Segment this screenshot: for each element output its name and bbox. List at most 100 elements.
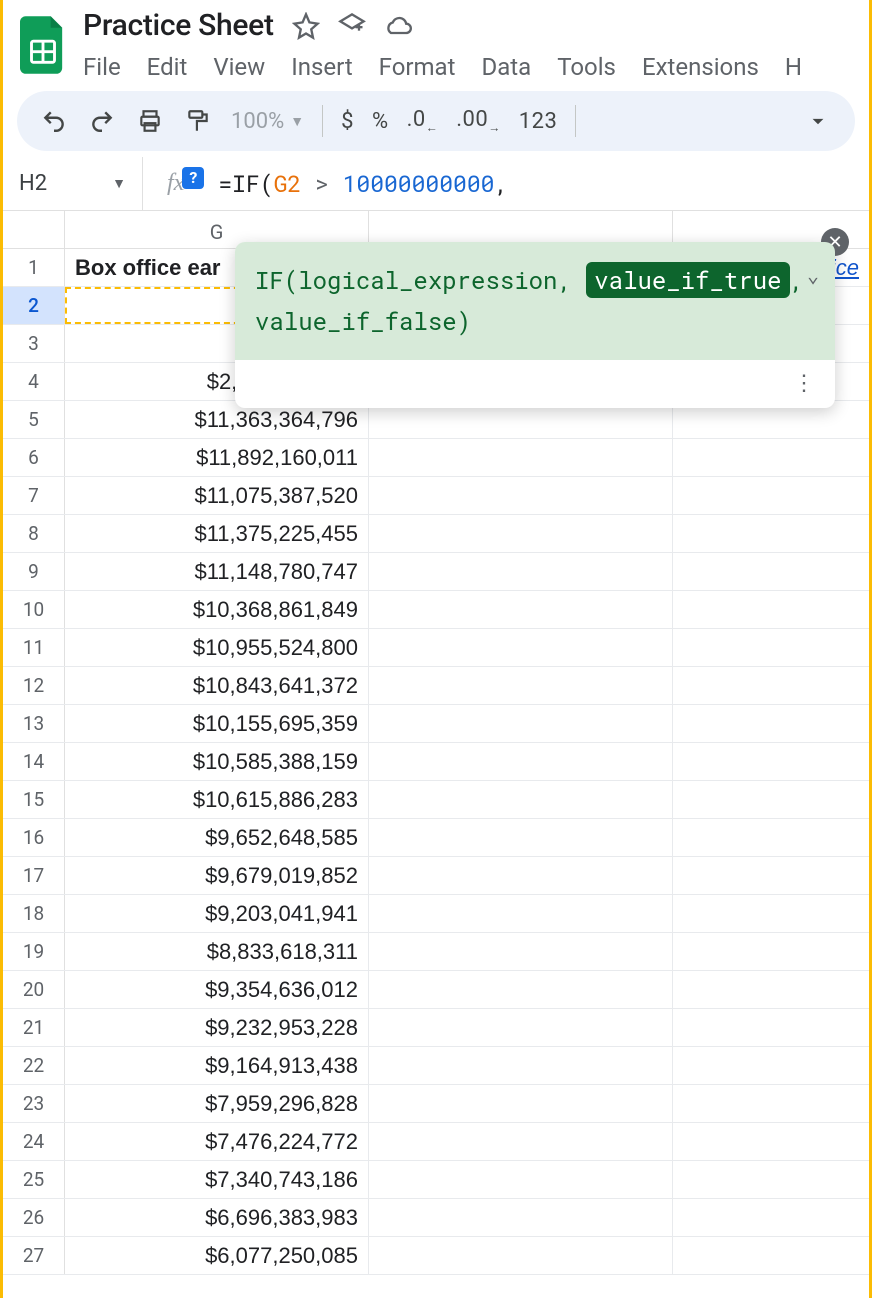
cell[interactable] [369,971,673,1008]
cell[interactable] [369,477,673,514]
row-header[interactable]: 16 [3,819,65,856]
chevron-down-icon[interactable]: ⌄ [807,258,819,292]
row-header[interactable]: 20 [3,971,65,1008]
menu-help[interactable]: H [785,53,802,81]
sheets-logo[interactable] [17,14,69,76]
menu-tools[interactable]: Tools [557,53,616,81]
cell[interactable] [369,1237,673,1274]
row-header[interactable]: 12 [3,667,65,704]
paint-format-button[interactable] [183,106,213,136]
cell[interactable] [369,933,673,970]
cell[interactable] [369,1161,673,1198]
cell[interactable] [369,1123,673,1160]
cell[interactable] [673,1047,869,1084]
toolbar-overflow-caret[interactable] [803,106,833,136]
row-header[interactable]: 2 [3,287,65,324]
cell[interactable] [369,857,673,894]
cell[interactable] [369,781,673,818]
cell[interactable] [369,553,673,590]
row-header[interactable]: 6 [3,439,65,476]
cell[interactable] [369,439,673,476]
cell[interactable] [673,1085,869,1122]
cell[interactable] [673,1161,869,1198]
cell[interactable] [673,439,869,476]
cell[interactable]: $9,203,041,941 [65,895,369,932]
row-header[interactable]: 14 [3,743,65,780]
currency-format-button[interactable]: $ [341,109,354,134]
more-formats-button[interactable]: 123 [519,109,558,134]
cell[interactable]: $11,075,387,520 [65,477,369,514]
row-header[interactable]: 9 [3,553,65,590]
cell[interactable]: $7,959,296,828 [65,1085,369,1122]
cell[interactable] [673,971,869,1008]
cell[interactable] [673,515,869,552]
menu-insert[interactable]: Insert [291,53,352,81]
cell[interactable] [369,895,673,932]
star-icon[interactable] [292,12,320,40]
cell[interactable] [673,1123,869,1160]
cell[interactable] [369,515,673,552]
cell[interactable] [369,667,673,704]
cell[interactable]: $11,148,780,747 [65,553,369,590]
cell[interactable] [369,819,673,856]
cell[interactable] [369,1085,673,1122]
cell[interactable]: $6,696,383,983 [65,1199,369,1236]
cell[interactable]: $9,232,953,228 [65,1009,369,1046]
cell[interactable]: $9,164,913,438 [65,1047,369,1084]
row-header[interactable]: 21 [3,1009,65,1046]
row-header[interactable]: 18 [3,895,65,932]
cell[interactable] [369,1047,673,1084]
cell[interactable] [673,819,869,856]
cell[interactable] [673,591,869,628]
cell[interactable]: $10,615,886,283 [65,781,369,818]
row-header[interactable]: 3 [3,325,65,362]
row-header[interactable]: 23 [3,1085,65,1122]
cell[interactable] [369,1009,673,1046]
cell[interactable]: $10,585,388,159 [65,743,369,780]
more-options-icon[interactable]: ⋮ [793,371,817,396]
row-header[interactable]: 25 [3,1161,65,1198]
cell[interactable] [673,895,869,932]
increase-decimal-button[interactable]: .00→ [456,107,501,134]
document-title[interactable]: Practice Sheet [83,8,274,43]
cell[interactable]: $7,340,743,186 [65,1161,369,1198]
row-header[interactable]: 8 [3,515,65,552]
row-header[interactable]: 26 [3,1199,65,1236]
menu-edit[interactable]: Edit [147,53,188,81]
decrease-decimal-button[interactable]: .0← [407,107,439,134]
cell[interactable] [369,743,673,780]
cell[interactable] [673,1237,869,1274]
cell[interactable]: $10,955,524,800 [65,629,369,666]
select-all-corner[interactable] [3,211,65,248]
formula-help-badge[interactable]: ? [182,167,204,189]
cell[interactable] [673,705,869,742]
cell[interactable] [369,591,673,628]
cell[interactable] [673,857,869,894]
undo-button[interactable] [39,106,69,136]
cell[interactable] [369,705,673,742]
row-header[interactable]: 22 [3,1047,65,1084]
row-header[interactable]: 27 [3,1237,65,1274]
zoom-dropdown[interactable]: 100% ▼ [231,109,304,134]
cell[interactable]: $9,354,636,012 [65,971,369,1008]
menu-format[interactable]: Format [379,53,456,81]
cell[interactable]: $10,368,861,849 [65,591,369,628]
move-icon[interactable] [338,12,366,40]
redo-button[interactable] [87,106,117,136]
cell[interactable]: $10,155,695,359 [65,705,369,742]
cell[interactable] [673,1199,869,1236]
menu-file[interactable]: File [83,53,121,81]
formula-bar[interactable]: = IF ( G2 > 10000000000 , [218,169,508,199]
row-header[interactable]: 15 [3,781,65,818]
row-header[interactable]: 4 [3,363,65,400]
cell[interactable] [673,1009,869,1046]
row-header[interactable]: 19 [3,933,65,970]
cell[interactable]: $7,476,224,772 [65,1123,369,1160]
cell[interactable]: $9,679,019,852 [65,857,369,894]
row-header[interactable]: 5 [3,401,65,438]
cell[interactable] [369,1199,673,1236]
row-header[interactable]: 24 [3,1123,65,1160]
cell[interactable] [673,933,869,970]
cell[interactable] [673,553,869,590]
cell[interactable] [673,743,869,780]
